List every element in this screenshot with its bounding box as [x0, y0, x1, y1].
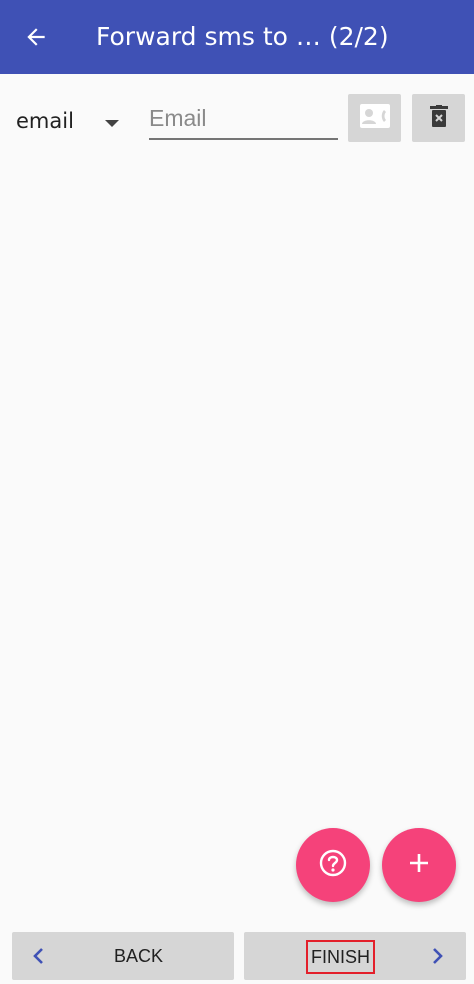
app-screen: Forward sms to … (2/2) email Email BACK …	[0, 0, 474, 984]
finish-button-label: FINISH	[306, 940, 376, 974]
recipient-row: email	[0, 92, 474, 148]
help-button[interactable]	[296, 828, 370, 902]
back-button-label: BACK	[114, 946, 164, 966]
email-input[interactable]	[149, 98, 338, 140]
arrow-back-icon[interactable]	[16, 17, 56, 57]
help-icon	[318, 848, 348, 882]
back-button[interactable]: BACK	[12, 932, 234, 980]
toolbar: Forward sms to … (2/2)	[0, 0, 474, 74]
add-icon	[407, 851, 431, 879]
contact-card-icon	[359, 104, 390, 132]
chevron-right-icon	[432, 947, 444, 969]
recipient-type-dropdown[interactable]: email	[16, 100, 126, 140]
add-button[interactable]	[382, 828, 456, 902]
delete-icon	[429, 105, 448, 131]
finish-button[interactable]: FINISH	[244, 932, 466, 980]
delete-button[interactable]	[412, 94, 465, 142]
recipient-type-value: email	[16, 109, 74, 133]
page-title: Forward sms to … (2/2)	[96, 22, 389, 51]
contact-picker-button[interactable]	[348, 94, 401, 142]
dropdown-arrow-icon	[104, 114, 120, 133]
chevron-left-icon	[32, 947, 44, 969]
